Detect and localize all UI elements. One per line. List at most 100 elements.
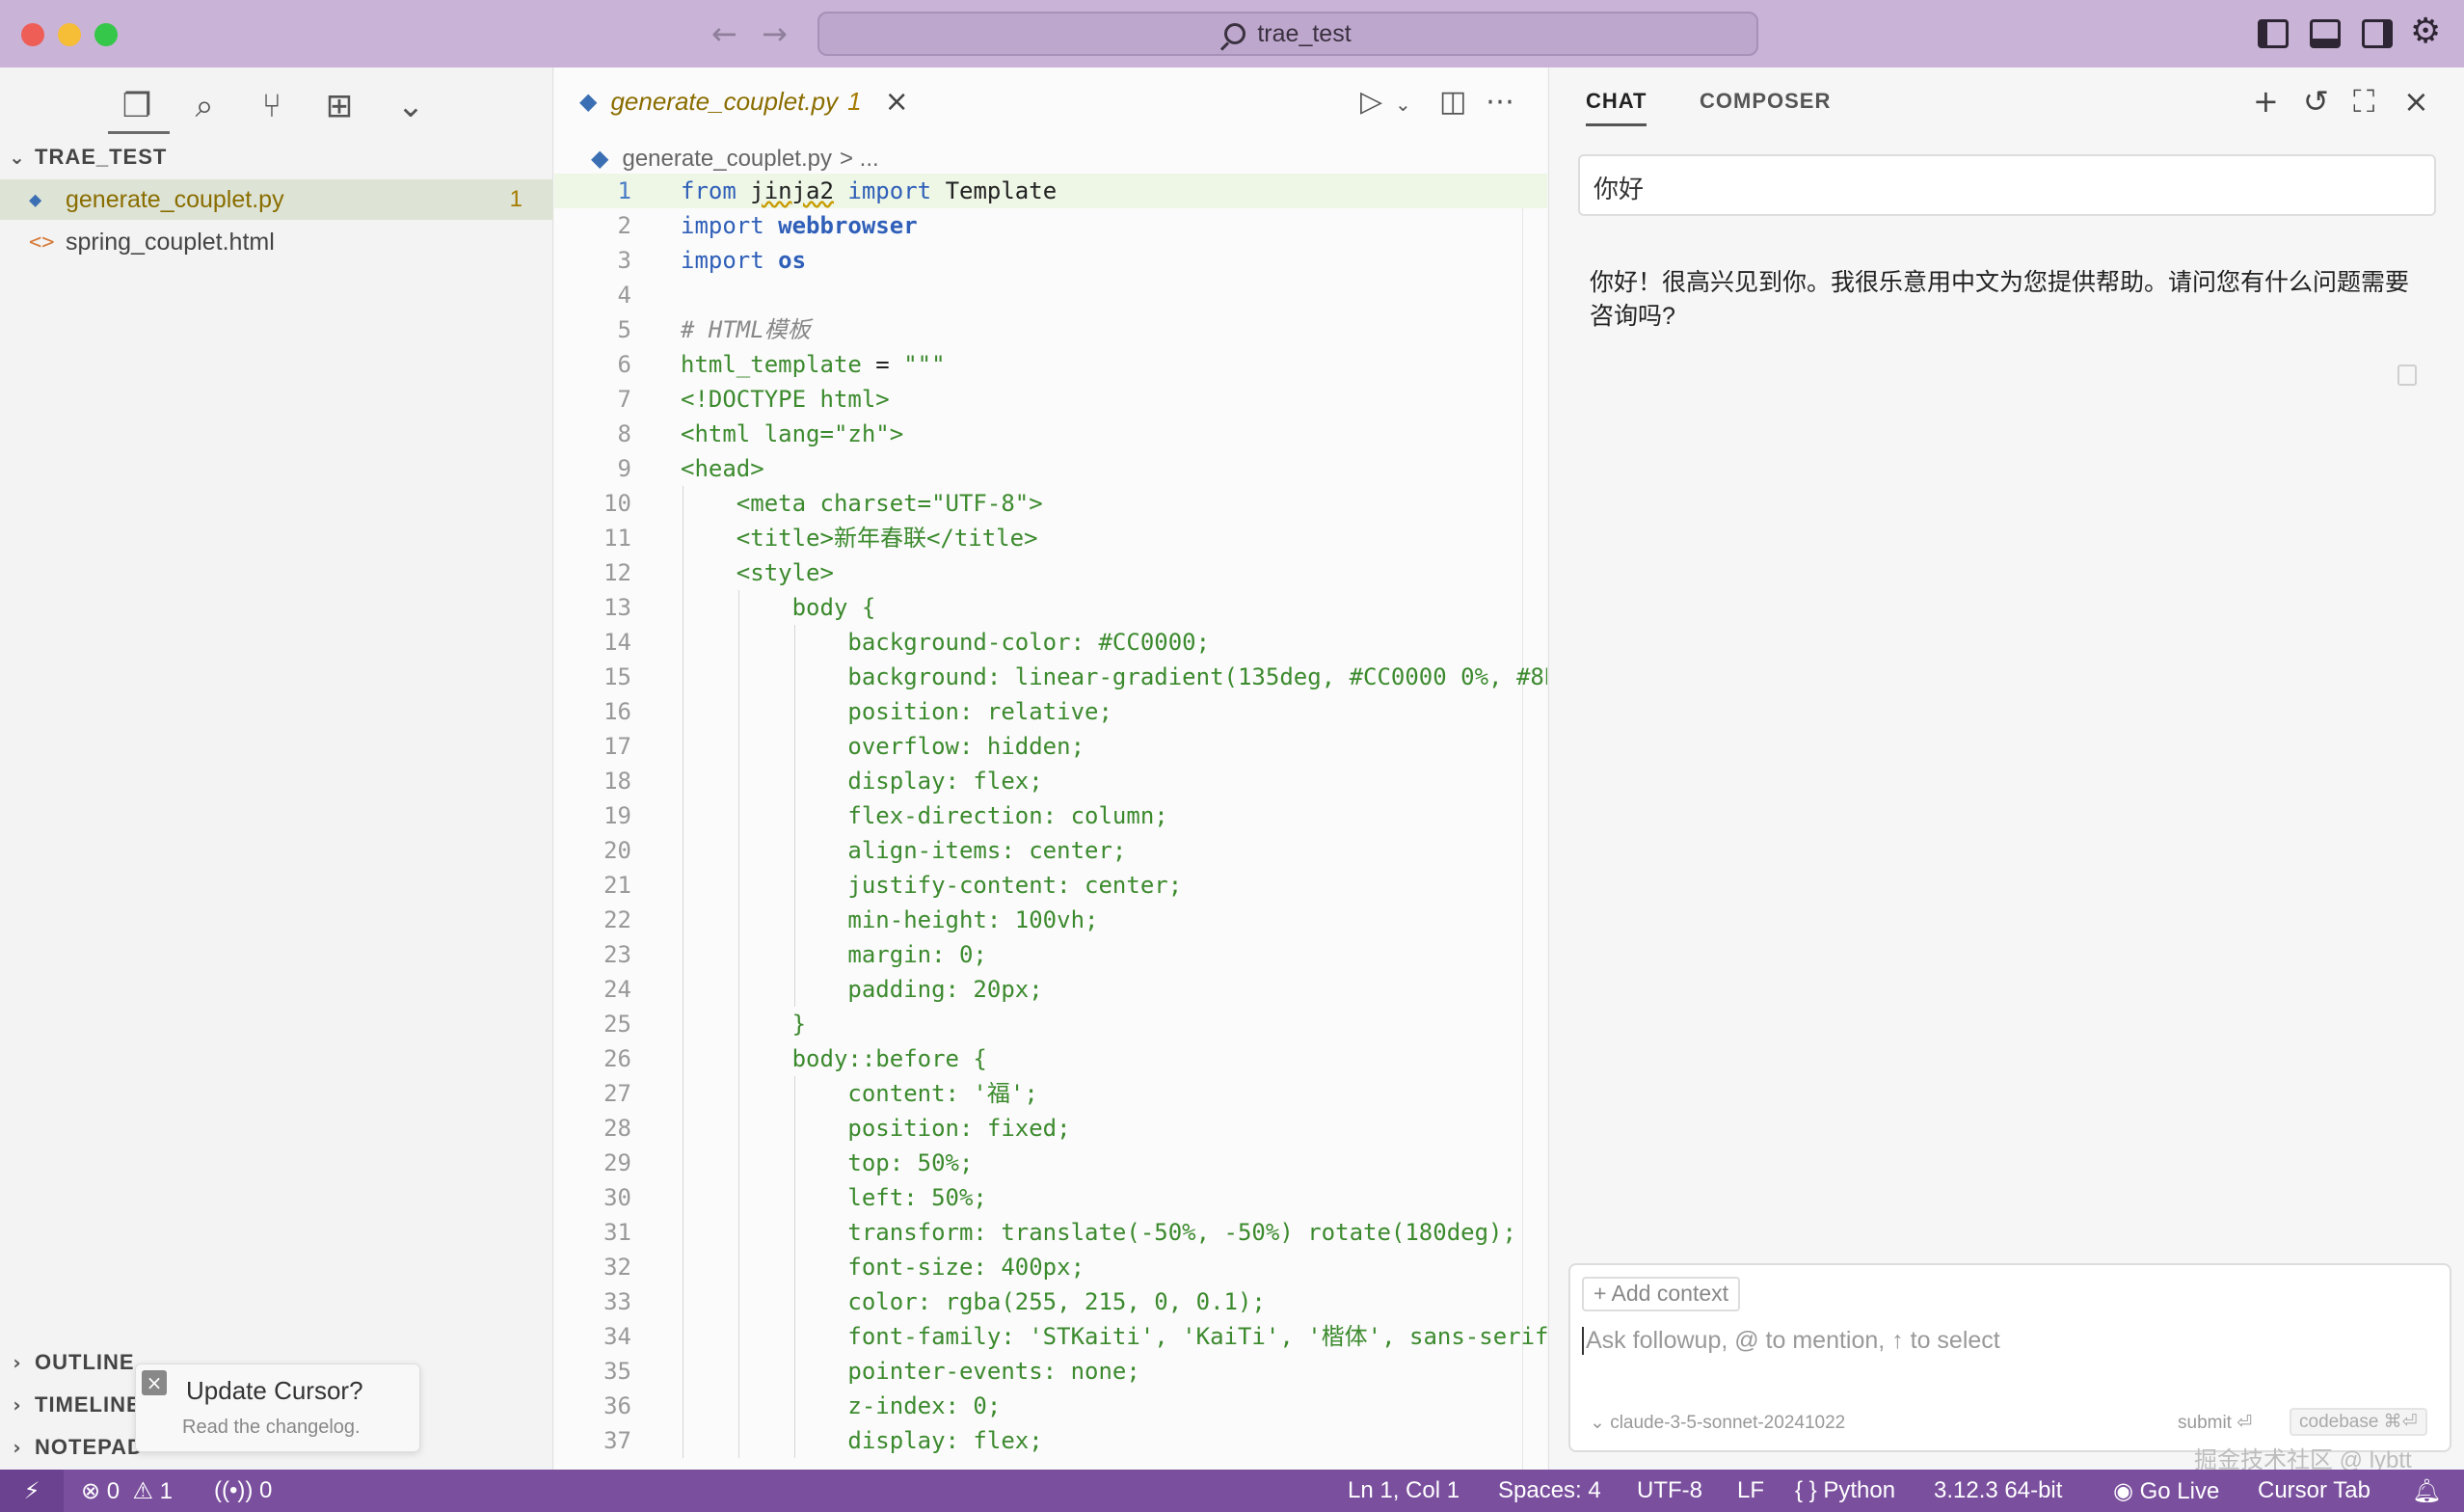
code-view[interactable]: 1 from jinja2 import Template 2 import webb… bbox=[554, 174, 1547, 1458]
code-line[interactable]: 9 <head> bbox=[554, 451, 1547, 486]
code-line[interactable]: 14 background-color: #CC0000; bbox=[554, 625, 1547, 660]
code-line[interactable]: 8 <html lang="zh"> bbox=[554, 417, 1547, 451]
go-live-button[interactable]: ◉ Go Live bbox=[2113, 1477, 2219, 1505]
notepad-section-header[interactable]: › NOTEPAD bbox=[0, 1435, 144, 1460]
history-icon[interactable]: ↺ bbox=[2303, 83, 2329, 120]
close-icon[interactable]: × bbox=[2403, 83, 2429, 120]
update-notification[interactable]: × Update Cursor? Read the changelog. bbox=[135, 1364, 420, 1452]
file-item-generate-couplet[interactable]: ◆ generate_couplet.py 1 bbox=[0, 179, 553, 220]
code-line[interactable]: 34 font-family: 'STKaiti', 'KaiTi', '楷体'… bbox=[554, 1319, 1547, 1354]
code-line[interactable]: 7 <!DOCTYPE html> bbox=[554, 382, 1547, 417]
file-item-spring-couplet[interactable]: <> spring_couplet.html bbox=[0, 222, 553, 262]
codebase-button[interactable]: codebase ⌘⏎ bbox=[2290, 1408, 2427, 1436]
maximize-window-button[interactable] bbox=[94, 23, 118, 46]
code-line[interactable]: 27 content: '福'; bbox=[554, 1076, 1547, 1111]
chevron-right-icon: › bbox=[13, 1393, 22, 1417]
breadcrumb-file[interactable]: generate_couplet.py bbox=[622, 146, 832, 173]
search-icon[interactable]: ⌕ bbox=[177, 87, 231, 125]
code-line[interactable]: 4 bbox=[554, 278, 1547, 312]
command-center-search[interactable]: trae_test bbox=[817, 12, 1758, 56]
cursor-tab-status[interactable]: Cursor Tab bbox=[2258, 1477, 2370, 1504]
code-line[interactable]: 21 justify-content: center; bbox=[554, 868, 1547, 903]
code-line[interactable]: 11 <title>新年春联</title> bbox=[554, 521, 1547, 555]
code-line[interactable]: 24 padding: 20px; bbox=[554, 972, 1547, 1007]
code-line[interactable]: 17 overflow: hidden; bbox=[554, 729, 1547, 764]
bell-icon[interactable]: 🔔︎ bbox=[2412, 1477, 2441, 1505]
code-line[interactable]: 23 margin: 0; bbox=[554, 937, 1547, 972]
model-selector[interactable]: ⌄ claude-3-5-sonnet-20241022 bbox=[1590, 1412, 1845, 1434]
toggle-panel-icon[interactable] bbox=[2310, 19, 2341, 48]
maximize-icon[interactable]: ⛶ bbox=[2353, 83, 2374, 121]
plus-icon[interactable]: + bbox=[2253, 83, 2279, 120]
tab-chat[interactable]: CHAT bbox=[1586, 89, 1647, 126]
remote-icon[interactable]: ⚡ bbox=[0, 1470, 64, 1512]
minimize-window-button[interactable] bbox=[58, 23, 81, 46]
end-of-line[interactable]: LF bbox=[1737, 1477, 1764, 1504]
explorer-folder-header[interactable]: ⌄ TRAE_TEST bbox=[0, 145, 167, 170]
code-line[interactable]: 19 flex-direction: column; bbox=[554, 798, 1547, 833]
code-line[interactable]: 10 <meta charset="UTF-8"> bbox=[554, 486, 1547, 521]
problems-indicator[interactable]: ⊗ 0 ⚠ 1 bbox=[81, 1477, 173, 1505]
code-line[interactable]: 2 import webbrowser bbox=[554, 208, 1547, 243]
code-line[interactable]: 12 <style> bbox=[554, 555, 1547, 590]
language-mode[interactable]: { } Python bbox=[1795, 1477, 1895, 1504]
toggle-primary-sidebar-icon[interactable] bbox=[2258, 19, 2289, 48]
close-window-button[interactable] bbox=[21, 23, 44, 46]
files-icon[interactable]: ❐ bbox=[110, 87, 164, 125]
code-line[interactable]: 16 position: relative; bbox=[554, 694, 1547, 729]
chat-input[interactable]: Ask followup, @ to mention, ↑ to select bbox=[1582, 1327, 2000, 1355]
code-line[interactable]: 22 min-height: 100vh; bbox=[554, 903, 1547, 937]
code-line[interactable]: 15 background: linear-gradient(135deg, #… bbox=[554, 660, 1547, 694]
notification-subtitle[interactable]: Read the changelog. bbox=[182, 1417, 361, 1439]
code-line[interactable]: 32 font-size: 400px; bbox=[554, 1250, 1547, 1284]
back-arrow-icon[interactable]: ← bbox=[711, 15, 737, 52]
line-number: 28 bbox=[603, 1115, 631, 1142]
line-number: 27 bbox=[603, 1080, 631, 1107]
encoding[interactable]: UTF-8 bbox=[1637, 1477, 1702, 1504]
code-line[interactable]: 18 display: flex; bbox=[554, 764, 1547, 798]
code-line[interactable]: 28 position: fixed; bbox=[554, 1111, 1547, 1146]
ports-indicator[interactable]: ((•)) 0 bbox=[214, 1477, 272, 1504]
code-line[interactable]: 35 pointer-events: none; bbox=[554, 1354, 1547, 1389]
close-icon[interactable]: × bbox=[885, 85, 909, 119]
split-editor-icon[interactable]: ◫ bbox=[1439, 85, 1466, 119]
code-line[interactable]: 33 color: rgba(255, 215, 0, 0.1); bbox=[554, 1284, 1547, 1319]
breadcrumb-more[interactable]: > ... bbox=[840, 146, 879, 173]
code-line[interactable]: 5 # HTML模板 bbox=[554, 312, 1547, 347]
cursor-position[interactable]: Ln 1, Col 1 bbox=[1348, 1477, 1460, 1504]
code-line[interactable]: 20 align-items: center; bbox=[554, 833, 1547, 868]
outline-section-header[interactable]: › OUTLINE bbox=[0, 1350, 135, 1375]
tab-composer[interactable]: COMPOSER bbox=[1700, 89, 1831, 114]
copy-icon[interactable] bbox=[2397, 364, 2417, 386]
timeline-section-header[interactable]: › TIMELINE bbox=[0, 1392, 142, 1418]
forward-arrow-icon[interactable]: → bbox=[762, 15, 788, 52]
code-line[interactable]: 26 body::before { bbox=[554, 1041, 1547, 1076]
chevron-down-icon[interactable]: ⌄ bbox=[1395, 93, 1411, 116]
submit-button[interactable]: submit ⏎ bbox=[2178, 1412, 2252, 1434]
extensions-icon[interactable]: ⊞ bbox=[312, 87, 366, 125]
code-line[interactable]: 13 body { bbox=[554, 590, 1547, 625]
indentation[interactable]: Spaces: 4 bbox=[1498, 1477, 1601, 1504]
code-line[interactable]: 3 import os bbox=[554, 243, 1547, 278]
code-line[interactable]: 25 } bbox=[554, 1007, 1547, 1041]
code-line[interactable]: 37 display: flex; bbox=[554, 1423, 1547, 1458]
add-context-button[interactable]: + Add context bbox=[1582, 1277, 1741, 1311]
python-interpreter[interactable]: 3.12.3 64-bit bbox=[1934, 1477, 2062, 1504]
toggle-secondary-sidebar-icon[interactable] bbox=[2362, 19, 2393, 48]
user-message[interactable]: 你好 bbox=[1578, 154, 2436, 216]
code-line[interactable]: 31 transform: translate(-50%, -50%) rota… bbox=[554, 1215, 1547, 1250]
code-line[interactable]: 36 z-index: 0; bbox=[554, 1389, 1547, 1423]
chat-input-box[interactable]: + Add context Ask followup, @ to mention… bbox=[1568, 1263, 2451, 1452]
code-line[interactable]: 1 from jinja2 import Template bbox=[554, 174, 1547, 208]
close-icon[interactable]: × bbox=[142, 1370, 167, 1395]
code-line[interactable]: 30 left: 50%; bbox=[554, 1180, 1547, 1215]
run-icon[interactable]: ▷ bbox=[1360, 85, 1382, 119]
gear-icon[interactable]: ⚙ bbox=[2410, 12, 2441, 51]
editor-tab-generate-couplet[interactable]: ◆ generate_couplet.py 1 × bbox=[554, 68, 930, 135]
more-actions-icon[interactable]: ⋯ bbox=[1486, 85, 1514, 119]
code-text: font-family: 'STKaiti', 'KaiTi', '楷体', s… bbox=[681, 1323, 1547, 1350]
chevron-down-icon[interactable]: ⌄ bbox=[384, 87, 438, 125]
code-line[interactable]: 29 top: 50%; bbox=[554, 1146, 1547, 1180]
source-control-icon[interactable]: ⑂ bbox=[245, 87, 299, 125]
code-line[interactable]: 6 html_template = """ bbox=[554, 347, 1547, 382]
